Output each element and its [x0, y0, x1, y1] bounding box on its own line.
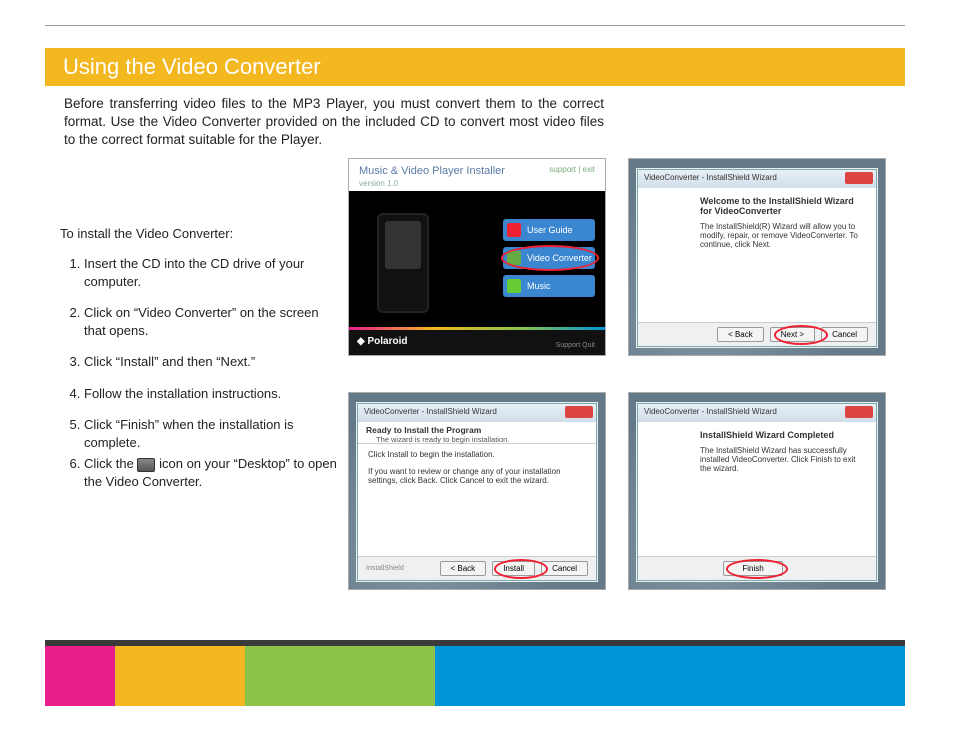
cancel-button[interactable]: Cancel	[821, 327, 868, 342]
intro-paragraph: Before transferring video files to the M…	[64, 95, 604, 150]
highlight-circle-icon	[774, 325, 828, 345]
section-title: Using the Video Converter	[63, 54, 321, 79]
highlight-circle-icon	[501, 245, 599, 271]
step-2: Click on “Video Converter” on the screen…	[84, 304, 340, 339]
cancel-button[interactable]: Cancel	[541, 561, 588, 576]
footer-color-bar	[45, 646, 905, 706]
wizard-titlebar: VideoConverter - InstallShield Wizard	[638, 404, 876, 422]
highlight-circle-icon	[726, 559, 788, 579]
screenshot-wizard-finish: VideoConverter - InstallShield Wizard In…	[628, 392, 886, 590]
color-yellow	[115, 646, 245, 706]
step-5: Click “Finish” when the installation is …	[84, 416, 340, 451]
book-icon	[507, 223, 521, 237]
wizard-title-text: VideoConverter - InstallShield Wizard	[364, 407, 497, 416]
wizard-title-text: VideoConverter - InstallShield Wizard	[644, 407, 777, 416]
user-guide-label: User Guide	[527, 225, 573, 235]
wizard-window: VideoConverter - InstallShield Wizard In…	[637, 403, 877, 581]
screenshot-wizard-welcome: VideoConverter - InstallShield Wizard We…	[628, 158, 886, 356]
screenshot-cd-installer: Music & Video Player Installer version 1…	[348, 158, 606, 356]
page-top-rule	[45, 25, 905, 26]
mp3-player-graphic	[377, 213, 429, 313]
step-1: Insert the CD into the CD drive of your …	[84, 255, 340, 290]
instructions-column: To install the Video Converter: Insert t…	[60, 226, 340, 504]
install-steps-list: Insert the CD into the CD drive of your …	[60, 255, 340, 490]
installer-footer: ◆ Polaroid Support Quit	[349, 327, 605, 355]
wizard-titlebar: VideoConverter - InstallShield Wizard	[638, 170, 876, 188]
wizard-window: VideoConverter - InstallShield Wizard We…	[637, 169, 877, 347]
note-icon	[507, 279, 521, 293]
wizard-heading: Ready to Install the Program	[366, 425, 588, 435]
installer-title: Music & Video Player Installer	[359, 165, 505, 177]
wizard-subheader: Ready to Install the Program The wizard …	[358, 422, 596, 444]
installshield-brand: InstallShield	[366, 565, 404, 572]
wizard-window: VideoConverter - InstallShield Wizard Re…	[357, 403, 597, 581]
color-magenta	[45, 646, 115, 706]
wizard-titlebar: VideoConverter - InstallShield Wizard	[358, 404, 596, 422]
wizard-body: Ready to Install the Program The wizard …	[358, 422, 596, 556]
wizard-body-text: The InstallShield Wizard has successfull…	[700, 446, 868, 473]
music-label: Music	[527, 281, 551, 291]
back-button[interactable]: < Back	[440, 561, 487, 576]
install-lead: To install the Video Converter:	[60, 226, 340, 241]
installer-header: Music & Video Player Installer version 1…	[349, 159, 605, 329]
wizard-body: InstallShield Wizard Completed The Insta…	[638, 422, 876, 556]
highlight-circle-icon	[494, 559, 548, 579]
wizard-heading: Welcome to the InstallShield Wizard for …	[700, 196, 868, 216]
wizard-footer: InstallShield < Back Install Cancel	[358, 556, 596, 580]
wizard-subheading: The wizard is ready to begin installatio…	[376, 435, 588, 444]
close-icon[interactable]	[565, 406, 593, 418]
installer-footer-links: Support Quit	[556, 342, 595, 349]
wizard-footer: < Back Next > Cancel	[638, 322, 876, 346]
back-button[interactable]: < Back	[717, 327, 764, 342]
wizard-line2: If you want to review or change any of y…	[368, 467, 588, 485]
music-button[interactable]: Music	[503, 275, 595, 297]
color-blue	[435, 646, 905, 706]
step-4: Follow the installation instructions.	[84, 385, 340, 403]
step-6-pre: Click the	[84, 456, 134, 471]
wizard-body-text: The InstallShield(R) Wizard will allow y…	[700, 222, 868, 249]
color-strip	[349, 327, 605, 330]
wizard-footer: Finish	[638, 556, 876, 580]
installer-body: User Guide Video Converter Music	[349, 191, 605, 329]
close-icon[interactable]	[845, 406, 873, 418]
wizard-title-text: VideoConverter - InstallShield Wizard	[644, 173, 777, 182]
desktop-shortcut-icon	[137, 458, 155, 472]
color-green	[245, 646, 435, 706]
polaroid-logo: ◆ Polaroid	[349, 336, 407, 347]
screenshot-wizard-install: VideoConverter - InstallShield Wizard Re…	[348, 392, 606, 590]
wizard-heading: InstallShield Wizard Completed	[700, 430, 868, 440]
section-title-bar: Using the Video Converter	[45, 48, 905, 86]
close-icon[interactable]	[845, 172, 873, 184]
wizard-body: Welcome to the InstallShield Wizard for …	[638, 188, 876, 322]
installer-top-right: support | exit	[549, 165, 595, 174]
installer-subtitle: version 1.0	[359, 179, 398, 188]
step-3: Click “Install” and then “Next.”	[84, 353, 340, 371]
user-guide-button[interactable]: User Guide	[503, 219, 595, 241]
wizard-line1: Click Install to begin the installation.	[368, 450, 588, 459]
step-6: Click the icon on your “Desktop” to open…	[84, 455, 340, 490]
